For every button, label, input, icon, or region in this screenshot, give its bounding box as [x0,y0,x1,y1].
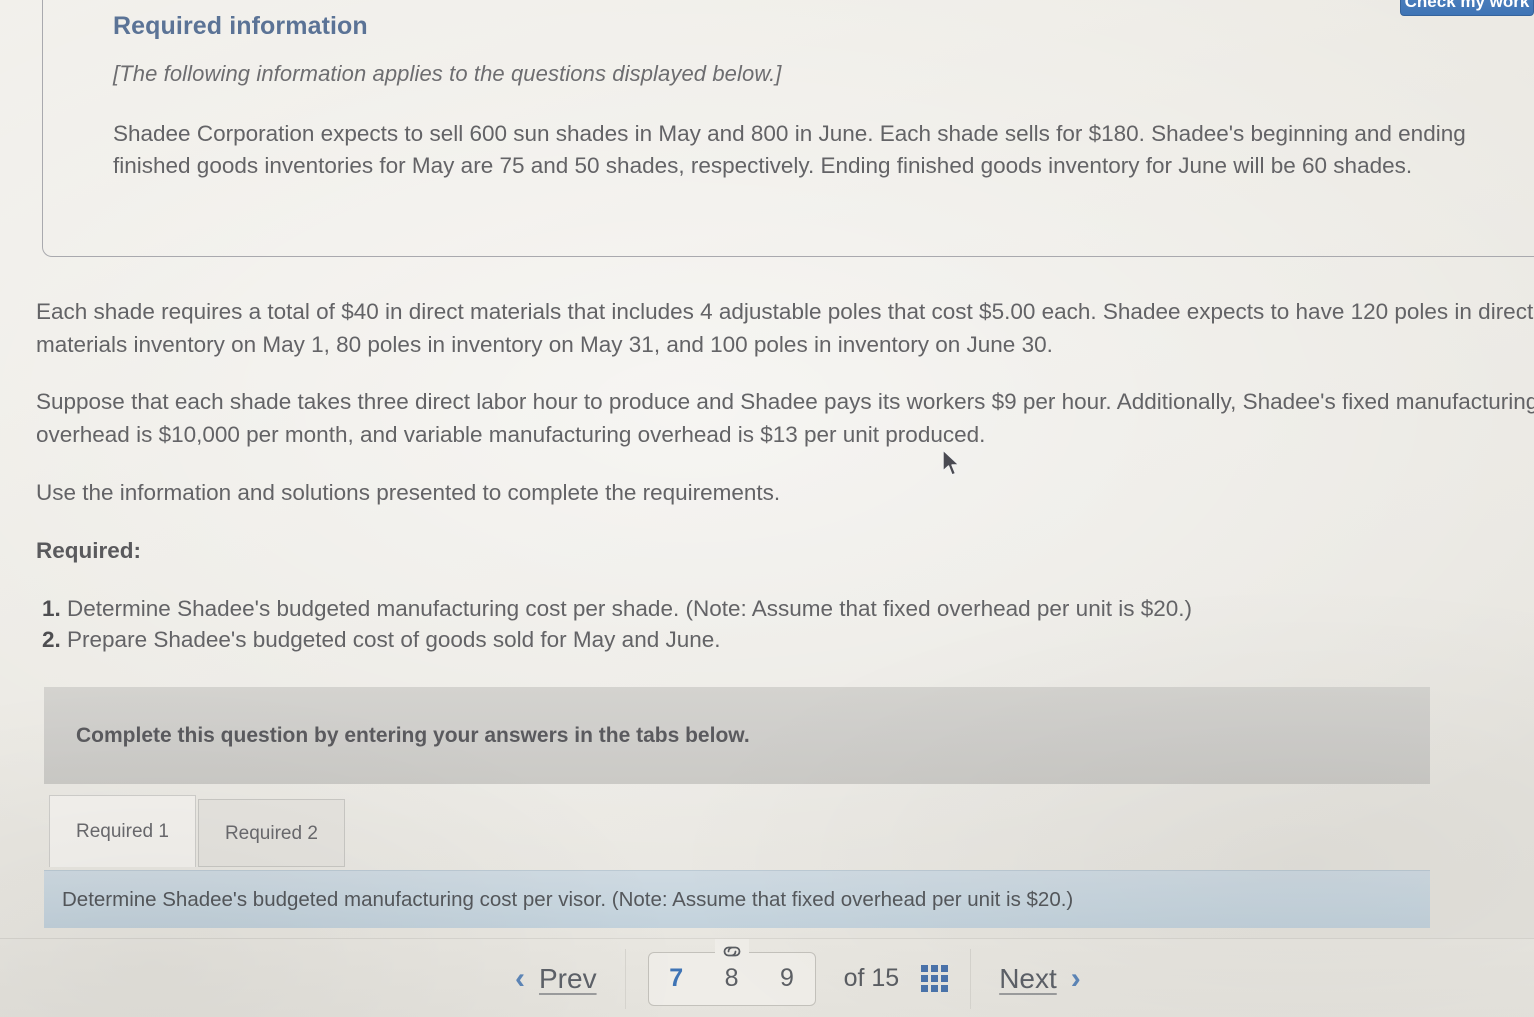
required-label: Required: [36,538,142,563]
sub-question-text: Determine Shadee's budgeted manufacturin… [62,887,1074,911]
pagination-divider [624,948,626,1009]
required-items-list: 1. Determine Shadee's budgeted manufactu… [42,594,1192,656]
chevron-right-icon: › [1070,961,1081,995]
complete-question-banner: Complete this question by entering your … [44,687,1430,784]
required-item-text: Determine Shadee's budgeted manufacturin… [67,596,1192,621]
mouse-cursor [941,449,963,479]
prev-button-label: Prev [539,962,597,994]
pagination-controls: ‹ Prev 7 8 9 of 15 Next › [487,938,1109,1017]
tab-required-2[interactable]: Required 2 [197,799,345,867]
question-page: Check my work Required information [The … [0,0,1534,1017]
prev-button[interactable]: ‹ Prev [487,939,625,1017]
sub-question-bar: Determine Shadee's budgeted manufacturin… [44,870,1430,928]
required-item-text: Prepare Shadee's budgeted cost of goods … [67,626,721,652]
tab-required-1[interactable]: Required 1 [49,795,196,867]
required-item-number: 1. [42,596,61,621]
complete-question-banner-text: Complete this question by entering your … [76,723,750,747]
paragraph-instruction: Use the information and solutions presen… [36,480,781,505]
page-total-label: of 15 [843,964,900,992]
required-information-panel: Required information [The following info… [42,0,1534,257]
chevron-left-icon: ‹ [515,961,525,995]
required-information-applies-note: [The following information applies to th… [113,61,782,86]
required-information-body: Shadee Corporation expects to sell 600 s… [113,121,1466,179]
required-item: 1. Determine Shadee's budgeted manufactu… [42,594,1192,625]
paragraph-labor-and-overhead: Suppose that each shade takes three dire… [36,389,1534,447]
required-item: 2. Prepare Shadee's budgeted cost of goo… [42,625,1192,656]
required-item-number: 2. [42,626,61,652]
page-number-9[interactable]: 9 [759,964,814,993]
paragraph-direct-materials: Each shade requires a total of $40 in di… [36,299,1534,357]
page-number-7[interactable]: 7 [649,964,704,993]
next-button-label: Next [999,962,1057,994]
answer-tabs: Required 1 Required 2 [49,794,347,867]
bottom-navigation-bar: ‹ Prev 7 8 9 of 15 Next › [0,938,1534,1017]
grid-view-icon[interactable] [921,965,949,992]
link-icon[interactable] [714,938,749,965]
next-button[interactable]: Next › [971,939,1109,1017]
page-number-selector: 7 8 9 [647,938,816,1006]
page-number-8[interactable]: 8 [704,964,759,993]
required-information-title: Required information [113,12,368,40]
